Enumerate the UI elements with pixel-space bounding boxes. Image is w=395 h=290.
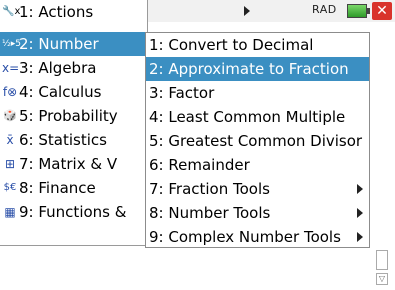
submenu-item-label: 1: Convert to Decimal: [149, 36, 314, 54]
program-icon: ▦: [4, 205, 16, 219]
menu-item-probability[interactable]: 🎲 5: Probability: [0, 104, 147, 128]
submenu-item-label: 7: Fraction Tools: [149, 180, 270, 198]
calculus-icon: f⊗: [2, 85, 18, 99]
scrollbar-track[interactable]: [376, 250, 388, 270]
submenu-item-label: 4: Least Common Multiple: [149, 108, 346, 126]
menu-item-finance[interactable]: $€ 8: Finance: [0, 176, 147, 200]
finance-icon: $€: [3, 182, 17, 193]
angle-mode-indicator: RAD: [312, 3, 337, 16]
matrix-icon: ⊞: [4, 157, 16, 171]
menu-item-label: 8: Finance: [19, 179, 96, 197]
menu-item-algebra[interactable]: x= 3: Algebra: [0, 56, 147, 80]
algebra-icon: x=: [2, 61, 20, 75]
scroll-down-icon[interactable]: ▽: [376, 273, 388, 285]
menu-item-label: 7: Matrix & V: [19, 155, 118, 173]
statistics-icon: x̄: [6, 133, 14, 147]
submenu-item-convert-decimal[interactable]: 1: Convert to Decimal: [146, 33, 369, 57]
menu-item-functions[interactable]: ▦ 9: Functions &: [0, 200, 147, 224]
submenu-item-lcm[interactable]: 4: Least Common Multiple: [146, 105, 369, 129]
chevron-right-icon: [357, 184, 363, 194]
menu-item-label: 2: Number: [19, 35, 99, 53]
number-submenu: 1: Convert to Decimal 2: Approximate to …: [145, 32, 370, 248]
menu-item-statistics[interactable]: x̄ 6: Statistics: [0, 128, 147, 152]
close-button[interactable]: ✕: [372, 2, 392, 20]
wrench-icon: 🔧x: [2, 6, 21, 17]
menu-item-label: 3: Algebra: [19, 59, 97, 77]
dice-icon: 🎲: [3, 109, 17, 122]
submenu-item-label: 6: Remainder: [149, 156, 250, 174]
menu-item-actions[interactable]: 🔧x 1: Actions: [0, 0, 147, 24]
submenu-item-remainder[interactable]: 6: Remainder: [146, 153, 369, 177]
fraction-icon: ½▸5: [2, 39, 21, 49]
submenu-item-label: 8: Number Tools: [149, 204, 271, 222]
menu-item-label: 9: Functions &: [19, 203, 127, 221]
submenu-item-approximate-fraction[interactable]: 2: Approximate to Fraction: [146, 57, 369, 81]
menu-item-label: 1: Actions: [19, 3, 94, 21]
menu-item-label: 5: Probability: [19, 107, 118, 125]
submenu-item-factor[interactable]: 3: Factor: [146, 81, 369, 105]
menu-item-matrix[interactable]: ⊞ 7: Matrix & V: [0, 152, 147, 176]
menu-item-label: 6: Statistics: [19, 131, 107, 149]
main-menu: 🔧x 1: Actions ½▸5 2: Number x= 3: Algebr…: [0, 0, 148, 246]
battery-icon: [347, 4, 370, 18]
submenu-item-complex-number-tools[interactable]: 9: Complex Number Tools: [146, 225, 369, 249]
submenu-arrow-icon: [244, 6, 250, 16]
submenu-item-gcd[interactable]: 5: Greatest Common Divisor: [146, 129, 369, 153]
chevron-right-icon: [357, 208, 363, 218]
menu-item-label: 4: Calculus: [19, 83, 102, 101]
menu-item-number[interactable]: ½▸5 2: Number: [0, 32, 147, 56]
submenu-item-label: 3: Factor: [149, 84, 215, 102]
submenu-item-label: 9: Complex Number Tools: [149, 228, 341, 246]
chevron-right-icon: [357, 232, 363, 242]
submenu-item-label: 2: Approximate to Fraction: [149, 60, 349, 78]
submenu-item-label: 5: Greatest Common Divisor: [149, 132, 363, 150]
submenu-item-number-tools[interactable]: 8: Number Tools: [146, 201, 369, 225]
submenu-item-fraction-tools[interactable]: 7: Fraction Tools: [146, 177, 369, 201]
menu-item-calculus[interactable]: f⊗ 4: Calculus: [0, 80, 147, 104]
